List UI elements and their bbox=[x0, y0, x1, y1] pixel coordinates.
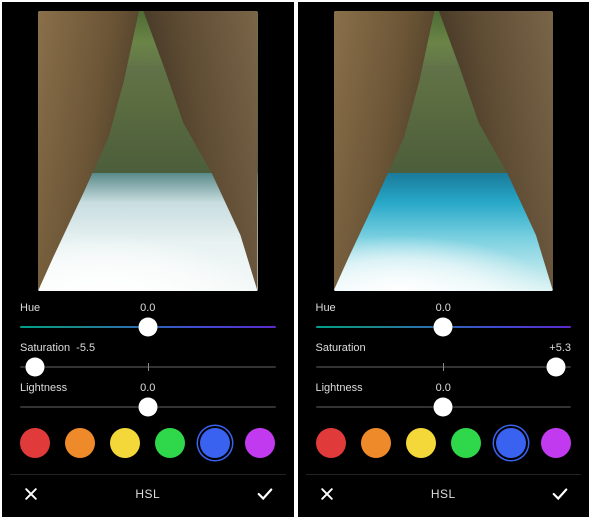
hue-track[interactable] bbox=[316, 326, 572, 328]
hue-slider[interactable]: Hue 0.0 bbox=[20, 302, 276, 336]
hue-value: 0.0 bbox=[436, 302, 451, 314]
color-swatches bbox=[20, 422, 276, 462]
swatch-green[interactable] bbox=[155, 428, 185, 458]
swatch-red[interactable] bbox=[316, 428, 346, 458]
hue-thumb[interactable] bbox=[138, 318, 157, 337]
swatch-magenta[interactable] bbox=[541, 428, 571, 458]
hue-thumb[interactable] bbox=[434, 318, 453, 337]
saturation-track[interactable] bbox=[316, 366, 572, 368]
close-icon bbox=[23, 486, 39, 502]
swatch-blue[interactable] bbox=[496, 428, 526, 458]
swatch-orange[interactable] bbox=[65, 428, 95, 458]
close-icon bbox=[319, 486, 335, 502]
lightness-label: Lightness bbox=[20, 382, 67, 394]
lightness-value: 0.0 bbox=[140, 382, 155, 394]
swatch-magenta[interactable] bbox=[245, 428, 275, 458]
hue-value: 0.0 bbox=[140, 302, 155, 314]
saturation-thumb[interactable] bbox=[546, 358, 565, 377]
hue-track[interactable] bbox=[20, 326, 276, 328]
lightness-track[interactable] bbox=[20, 406, 276, 408]
saturation-slider[interactable]: Saturation +5.3 bbox=[316, 342, 572, 376]
lightness-slider[interactable]: Lightness 0.0 bbox=[20, 382, 276, 416]
check-icon bbox=[551, 485, 569, 503]
saturation-value: -5.5 bbox=[76, 342, 95, 354]
confirm-button[interactable] bbox=[549, 483, 571, 505]
swatch-red[interactable] bbox=[20, 428, 50, 458]
saturation-label: Saturation bbox=[20, 342, 70, 354]
hue-slider[interactable]: Hue 0.0 bbox=[316, 302, 572, 336]
image-preview bbox=[298, 2, 590, 292]
editor-screen-right: Hue 0.0 Saturation +5.3 Lightness 0.0 bbox=[298, 2, 590, 517]
confirm-button[interactable] bbox=[254, 483, 276, 505]
saturation-label: Saturation bbox=[316, 342, 366, 354]
saturation-slider[interactable]: Saturation -5.5 bbox=[20, 342, 276, 376]
swatch-yellow[interactable] bbox=[110, 428, 140, 458]
hue-label: Hue bbox=[20, 302, 40, 314]
editor-screen-left: Hue 0.0 Saturation -5.5 Lightness 0.0 bbox=[2, 2, 294, 517]
swatch-green[interactable] bbox=[451, 428, 481, 458]
bottom-bar: HSL bbox=[298, 475, 590, 517]
hsl-controls: Hue 0.0 Saturation -5.5 Lightness 0.0 bbox=[2, 292, 294, 474]
saturation-thumb[interactable] bbox=[26, 358, 45, 377]
photo[interactable] bbox=[334, 11, 554, 291]
swatch-orange[interactable] bbox=[361, 428, 391, 458]
swatch-blue[interactable] bbox=[200, 428, 230, 458]
bottom-bar: HSL bbox=[2, 475, 294, 517]
swatch-yellow[interactable] bbox=[406, 428, 436, 458]
hsl-controls: Hue 0.0 Saturation +5.3 Lightness 0.0 bbox=[298, 292, 590, 474]
lightness-track[interactable] bbox=[316, 406, 572, 408]
mode-label: HSL bbox=[135, 487, 160, 501]
lightness-thumb[interactable] bbox=[138, 398, 157, 417]
saturation-track[interactable] bbox=[20, 366, 276, 368]
cancel-button[interactable] bbox=[20, 483, 42, 505]
lightness-slider[interactable]: Lightness 0.0 bbox=[316, 382, 572, 416]
saturation-value: +5.3 bbox=[549, 342, 571, 354]
photo[interactable] bbox=[38, 11, 258, 291]
mode-label: HSL bbox=[431, 487, 456, 501]
lightness-thumb[interactable] bbox=[434, 398, 453, 417]
lightness-value: 0.0 bbox=[436, 382, 451, 394]
lightness-label: Lightness bbox=[316, 382, 363, 394]
cancel-button[interactable] bbox=[316, 483, 338, 505]
image-preview bbox=[2, 2, 294, 292]
check-icon bbox=[256, 485, 274, 503]
color-swatches bbox=[316, 422, 572, 462]
hue-label: Hue bbox=[316, 302, 336, 314]
